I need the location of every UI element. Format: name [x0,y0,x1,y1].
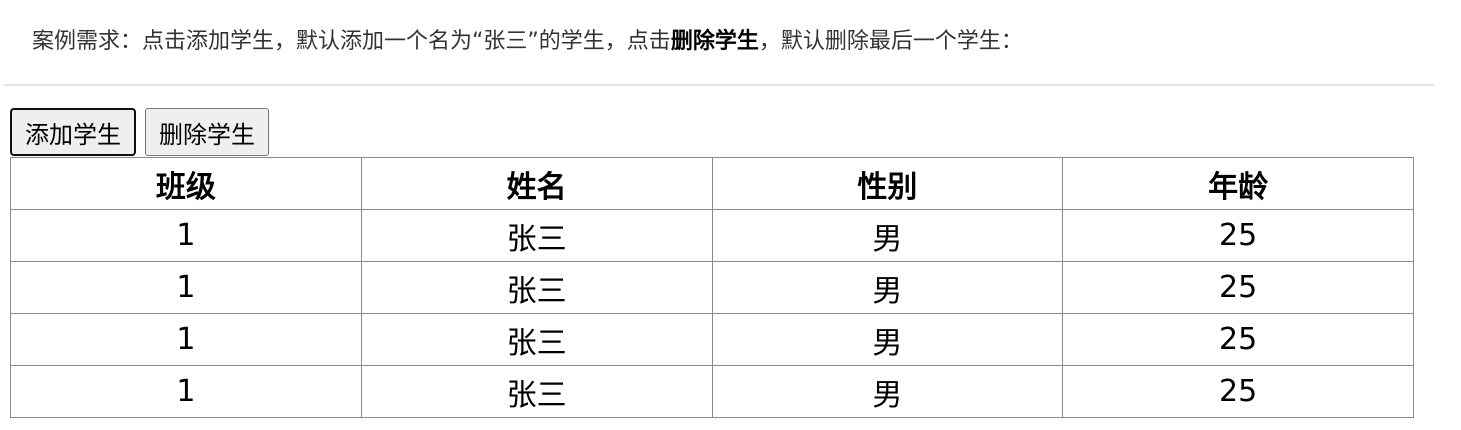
student-table: 班级 姓名 性别 年龄 1 张三 男 25 1 张三 男 25 1 张三 男 2… [10,157,1414,418]
delete-student-button[interactable]: 删除学生 [145,108,269,156]
cell-class: 1 [10,261,362,314]
description-text: 案例需求：点击添加学生，默认添加一个名为“张三”的学生，点击 [32,29,671,54]
cell-name: 张三 [360,209,713,262]
header-class: 班级 [10,157,362,210]
cell-age: 25 [1062,313,1414,366]
table-row: 1 张三 男 25 [10,365,1414,418]
cell-class: 1 [10,313,362,366]
cell-age: 25 [1062,365,1414,418]
cell-gender: 男 [711,365,1064,418]
description-bold-text: 删除学生 [670,29,759,54]
table-row: 1 张三 男 25 [10,313,1414,366]
table-row: 1 张三 男 25 [10,209,1414,262]
cell-class: 1 [10,209,362,262]
cell-gender: 男 [711,209,1064,262]
cell-gender: 男 [711,313,1064,366]
add-student-button[interactable]: 添加学生 [10,108,136,156]
divider [4,84,1434,86]
cell-class: 1 [10,365,362,418]
cell-age: 25 [1062,209,1414,262]
requirement-description: 案例需求：点击添加学生，默认添加一个名为“张三”的学生，点击删除学生，默认删除最… [32,22,1023,62]
cell-name: 张三 [360,261,713,314]
table-row: 1 张三 男 25 [10,261,1414,314]
cell-gender: 男 [711,261,1064,314]
table-header-row: 班级 姓名 性别 年龄 [10,157,1414,210]
header-name: 姓名 [360,157,713,210]
description-text-end: ，默认删除最后一个学生： [758,29,1023,54]
header-age: 年龄 [1062,157,1414,210]
cell-name: 张三 [360,365,713,418]
cell-name: 张三 [360,313,713,366]
header-gender: 性别 [711,157,1064,210]
button-bar: 添加学生 删除学生 [10,108,269,156]
cell-age: 25 [1062,261,1414,314]
